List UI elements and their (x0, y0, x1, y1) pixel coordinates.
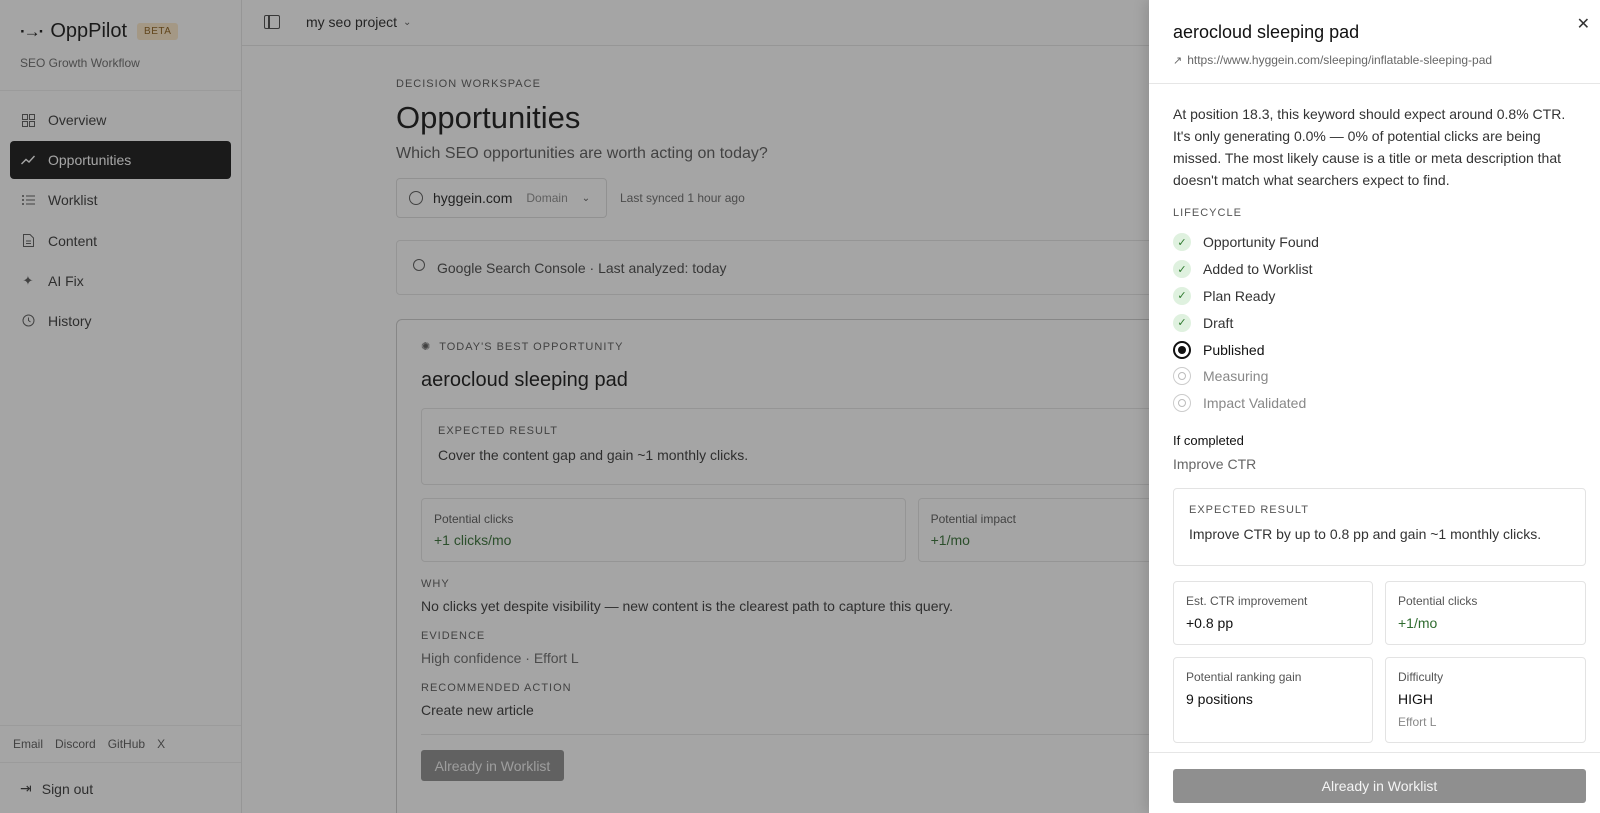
if-completed-label: If completed (1173, 432, 1244, 448)
check-icon: ✓ (1173, 233, 1191, 252)
ctr-improvement-stat: Est. CTR improvement +0.8 pp (1173, 580, 1373, 645)
divider (1149, 752, 1600, 753)
divider (1149, 83, 1600, 84)
close-icon[interactable]: ✕ (1577, 14, 1590, 34)
modal-overlay[interactable] (0, 0, 1149, 813)
opportunity-drawer: ✕ aerocloud sleeping pad ↗ https://www.h… (1149, 0, 1600, 813)
expected-result-text: Improve CTR by up to 0.8 pp and gain ~1 … (1189, 525, 1542, 542)
check-icon: ✓ (1173, 313, 1191, 332)
pending-step-icon (1173, 367, 1191, 386)
stat-value: HIGH (1398, 690, 1433, 707)
drawer-title: aerocloud sleeping pad (1173, 22, 1360, 42)
lifecycle-step: Measuring (1173, 363, 1578, 390)
lifecycle-step: ✓ Plan Ready (1173, 283, 1578, 310)
potential-clicks-stat: Potential clicks +1/mo (1385, 580, 1586, 645)
drawer-body: At position 18.3, this keyword should ex… (1173, 103, 1586, 743)
lifecycle-label: LIFECYCLE (1173, 207, 1242, 219)
stat-label: Difficulty (1398, 669, 1444, 684)
ranking-gain-stat: Potential ranking gain 9 positions (1173, 656, 1373, 743)
drawer-already-in-worklist-button[interactable]: Already in Worklist (1173, 769, 1586, 803)
step-label: Impact Validated (1203, 395, 1307, 412)
stats-grid: Est. CTR improvement +0.8 pp Potential c… (1173, 580, 1586, 743)
diagnosis-text: At position 18.3, this keyword should ex… (1173, 106, 1566, 188)
lifecycle-step: ✓ Draft (1173, 309, 1578, 336)
lifecycle-step: ✓ Opportunity Found (1173, 229, 1578, 256)
current-step-icon (1173, 340, 1191, 359)
lifecycle-step: ✓ Added to Worklist (1173, 256, 1578, 283)
drawer-url: https://www.hyggein.com/sleeping/inflata… (1187, 53, 1493, 67)
drawer-url-link[interactable]: ↗ https://www.hyggein.com/sleeping/infla… (1173, 53, 1492, 67)
if-completed-value: Improve CTR (1173, 455, 1257, 472)
step-label: Draft (1203, 314, 1234, 331)
stat-label: Est. CTR improvement (1186, 593, 1308, 608)
stat-value: +1/mo (1398, 614, 1438, 631)
expected-result-box: EXPECTED RESULT Improve CTR by up to 0.8… (1173, 487, 1586, 566)
stat-label: Potential clicks (1398, 593, 1478, 608)
step-label: Published (1203, 341, 1265, 358)
external-link-icon: ↗ (1173, 54, 1183, 67)
lifecycle-step: Published (1173, 336, 1578, 363)
step-label: Plan Ready (1203, 287, 1276, 304)
lifecycle-step: Impact Validated (1173, 390, 1578, 417)
lifecycle-steps: ✓ Opportunity Found ✓ Added to Worklist ✓ P… (1173, 229, 1578, 417)
stat-sub: Effort L (1398, 714, 1437, 729)
stat-value: 9 positions (1186, 690, 1253, 707)
difficulty-stat: Difficulty HIGH Effort L (1385, 656, 1586, 743)
expected-result-label: EXPECTED RESULT (1189, 503, 1309, 516)
stat-label: Potential ranking gain (1186, 669, 1302, 684)
check-icon: ✓ (1173, 260, 1191, 279)
stat-value: +0.8 pp (1186, 614, 1234, 631)
step-label: Opportunity Found (1203, 234, 1319, 251)
step-label: Added to Worklist (1203, 261, 1313, 278)
step-label: Measuring (1203, 368, 1269, 385)
check-icon: ✓ (1173, 286, 1191, 305)
pending-step-icon (1173, 394, 1191, 413)
